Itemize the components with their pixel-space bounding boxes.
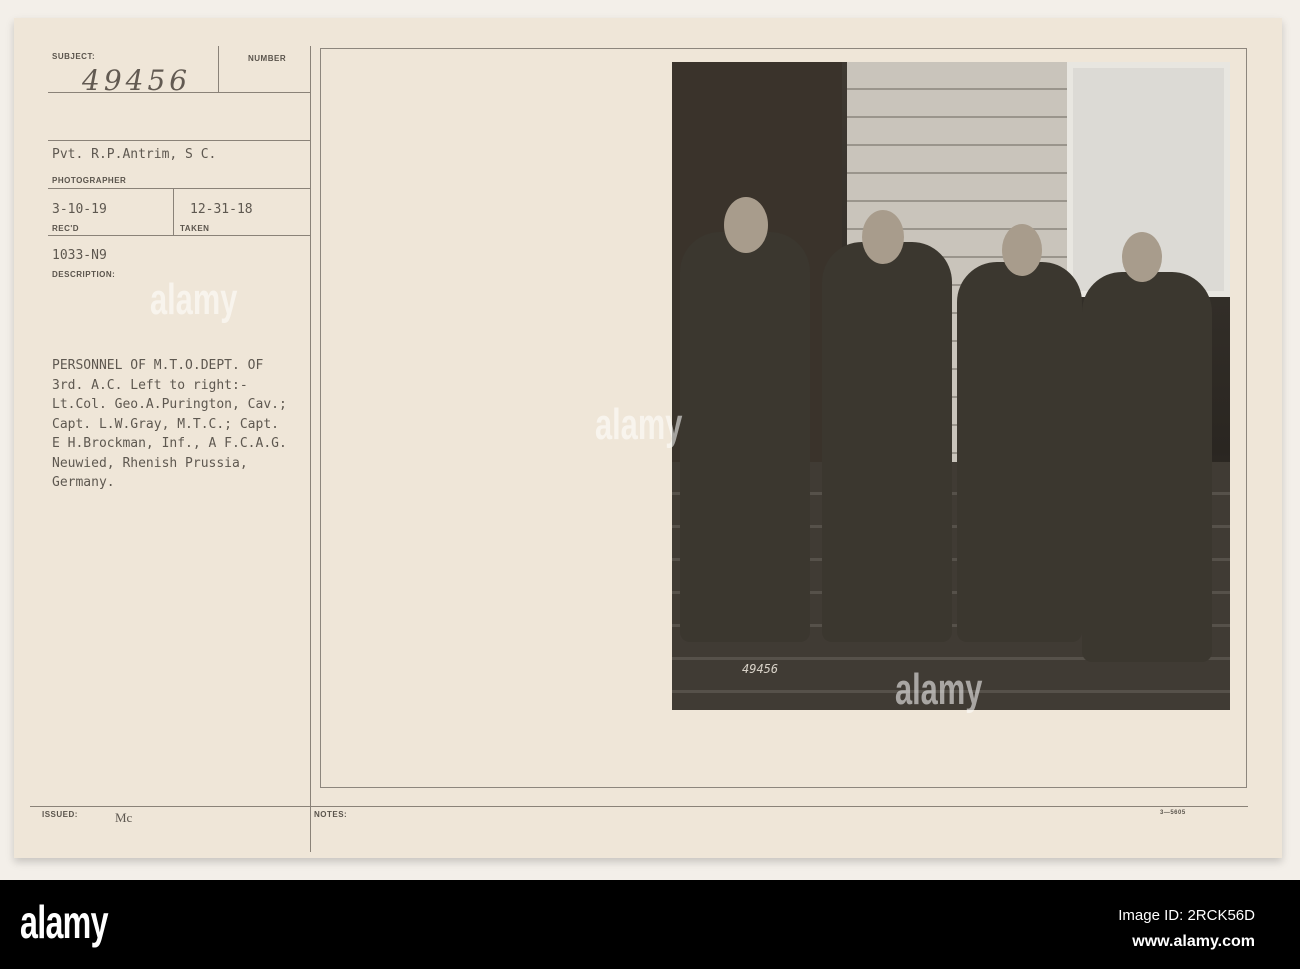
soldier-head — [1122, 232, 1162, 282]
description-label: DESCRIPTION: — [52, 270, 116, 279]
subject-number: 49456 — [82, 64, 192, 97]
taken-date: 12-31-18 — [190, 202, 253, 217]
watermark-logo: alamy — [595, 400, 683, 449]
taken-label: TAKEN — [180, 224, 210, 233]
soldier-1 — [680, 232, 810, 642]
description-line: Capt. L.W.Gray, M.T.C.; Capt. — [52, 416, 279, 432]
photographer-name: Pvt. R.P.Antrim, S C. — [52, 147, 217, 162]
watermark-logo: alamy — [150, 275, 238, 324]
notes-label: NOTES: — [314, 810, 348, 819]
number-label: NUMBER — [248, 54, 287, 63]
description-text: PERSONNEL OF M.T.O.DEPT. OF 3rd. A.C. Le… — [52, 356, 287, 493]
soldier-head — [724, 197, 768, 253]
subject-label: SUBJECT: — [52, 52, 96, 61]
record-code: 1033-N9 — [52, 248, 107, 263]
description-line: Germany. — [52, 475, 115, 490]
description-line: 3rd. A.C. Left to right:- — [52, 377, 248, 393]
watermark-band — [0, 880, 1300, 969]
description-line: PERSONNEL OF M.T.O.DEPT. OF — [52, 358, 264, 373]
photo-stamp-number: 49456 — [742, 662, 779, 676]
description-line: Lt.Col. Geo.A.Purington, Cav.; — [52, 397, 287, 412]
description-line: E H.Brockman, Inf., A F.C.A.G. — [52, 436, 287, 451]
soldier-4 — [1082, 272, 1212, 662]
description-line: Neuwied, Rhenish Prussia, — [52, 455, 248, 471]
soldier-2 — [822, 242, 952, 642]
soldier-head — [1002, 224, 1042, 276]
form-code: 3—5605 — [1160, 810, 1186, 816]
issued-label: ISSUED: — [42, 810, 78, 819]
website-url: www.alamy.com — [1132, 933, 1255, 950]
soldier-head — [862, 210, 904, 264]
soldier-3 — [957, 262, 1082, 642]
image-id: Image ID: 2RCK56D — [1118, 907, 1255, 924]
watermark-logo: alamy — [895, 665, 983, 714]
issued-value: Mc — [115, 810, 133, 825]
photographer-label: PHOTOGRAPHER — [52, 176, 127, 185]
received-label: REC'D — [52, 224, 80, 233]
photograph-four-officers: 49456 — [672, 62, 1230, 710]
alamy-logo: alamy — [20, 896, 109, 948]
received-date: 3-10-19 — [52, 202, 107, 217]
